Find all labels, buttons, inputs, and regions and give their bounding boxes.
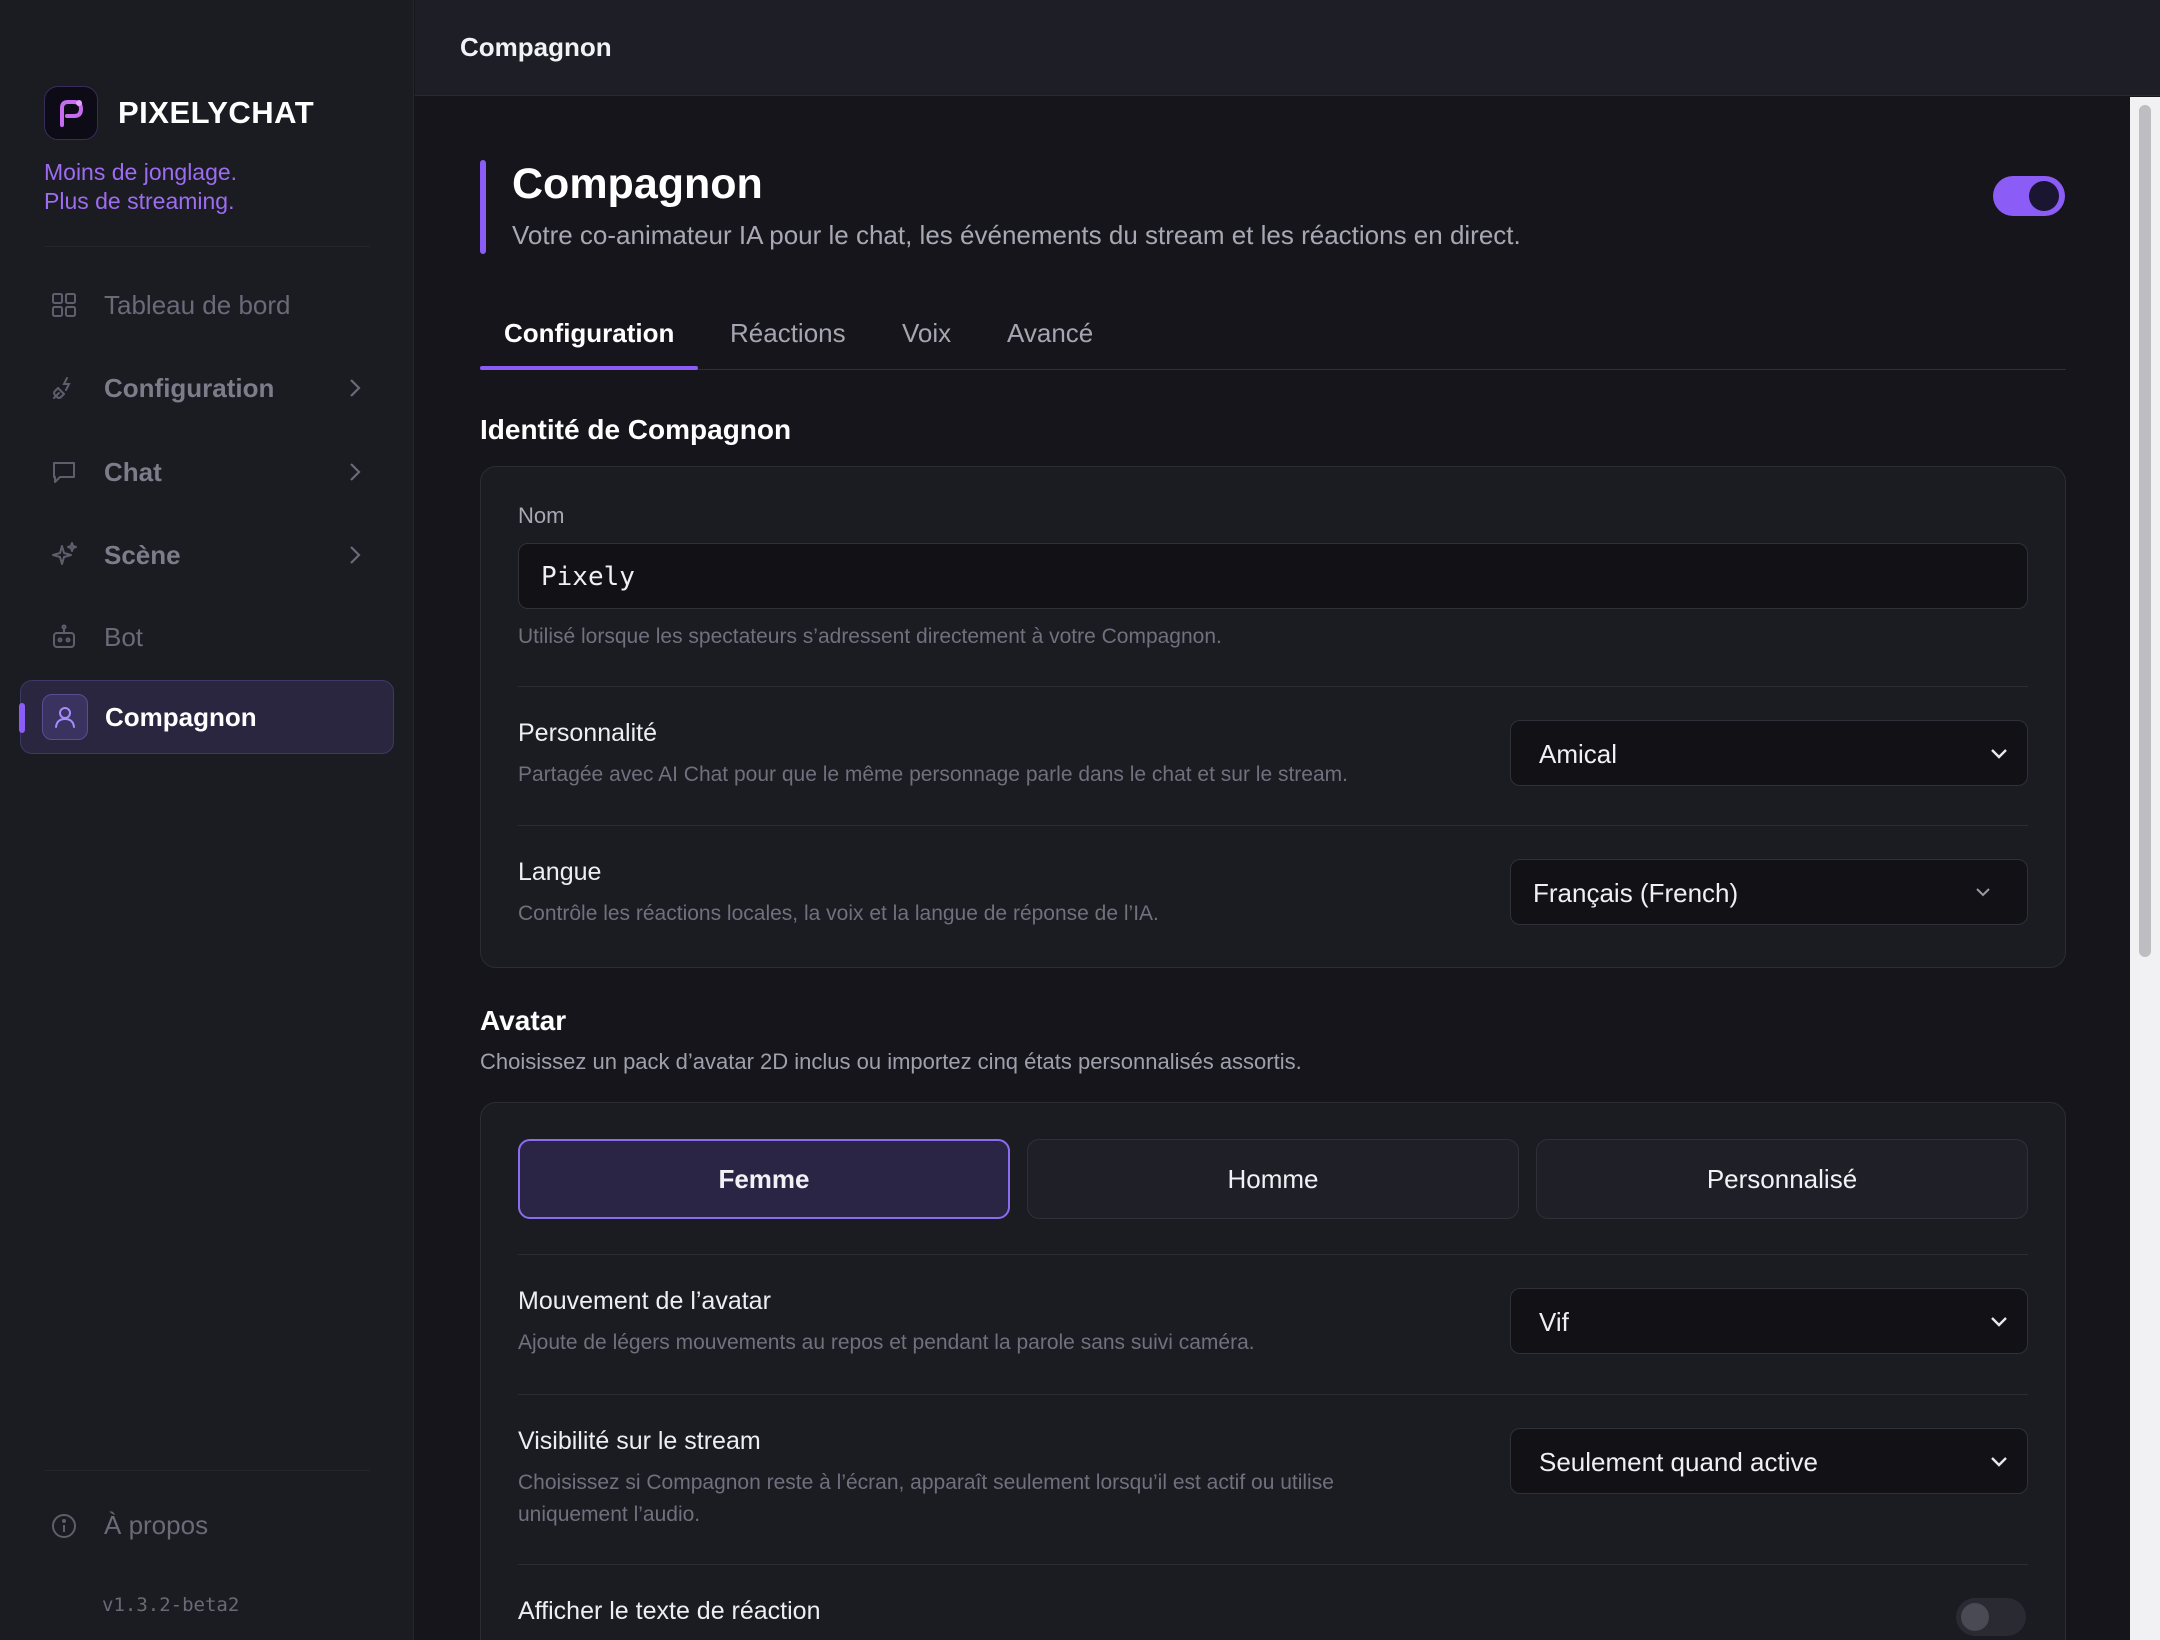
about-label: À propos — [104, 1510, 209, 1540]
sidebar-item-label: Tableau de bord — [104, 289, 291, 320]
tagline: Moins de jonglage. Plus de streaming. — [44, 158, 237, 216]
divider — [518, 1564, 2028, 1565]
language-select-value: Français (French) — [1533, 878, 1739, 908]
tagline-line-2: Plus de streaming. — [44, 188, 235, 214]
divider — [518, 1254, 2028, 1255]
sidebar: PIXELYCHAT Moins de jonglage. Plus de st… — [0, 0, 414, 1640]
movement-help: Ajoute de légers mouvements au repos et … — [518, 1331, 1255, 1354]
sidebar-item-label: Compagnon — [105, 701, 257, 732]
visibility-select-value: Seulement quand active — [1539, 1447, 1818, 1477]
avatar-option-personnalise[interactable]: Personnalisé — [1536, 1139, 2028, 1219]
version-label: v1.3.2-beta2 — [102, 1594, 240, 1616]
sidebar-item-label: Configuration — [104, 372, 275, 403]
language-label: Langue — [518, 858, 602, 886]
sidebar-item-tableau-de-bord[interactable]: Tableau de bord — [20, 268, 394, 342]
plug-icon — [50, 374, 78, 402]
topbar-title: Compagnon — [460, 32, 612, 62]
sidebar-item-bot[interactable]: Bot — [20, 600, 394, 674]
visibility-label: Visibilité sur le stream — [518, 1427, 761, 1455]
toggle-knob — [1961, 1603, 1989, 1631]
brand-name: PIXELYCHAT — [118, 95, 315, 130]
compagnon-enable-toggle[interactable] — [1993, 176, 2065, 216]
sidebar-item-compagnon[interactable]: Compagnon — [19, 680, 394, 754]
personality-select-value: Amical — [1539, 739, 1618, 769]
active-indicator — [19, 703, 25, 733]
language-help: Contrôle les réactions locales, la voix … — [518, 902, 1159, 925]
sidebar-item-configuration[interactable]: Configuration — [20, 351, 394, 425]
info-icon — [50, 1512, 78, 1540]
topbar: Compagnon — [415, 0, 2160, 96]
chevron-right-icon — [350, 379, 361, 397]
sparkle-icon — [50, 541, 78, 569]
visibility-help-line-2: uniquement l’audio. — [518, 1503, 701, 1526]
avatar-section-title: Avatar — [480, 1005, 567, 1036]
page-subtitle: Votre co-animateur IA pour le chat, les … — [512, 220, 1521, 250]
tab-voix[interactable]: Voix — [902, 318, 951, 349]
sidebar-item-label: Scène — [104, 539, 181, 570]
avatar-option-homme[interactable]: Homme — [1027, 1139, 1519, 1219]
scrollbar-thumb[interactable] — [2139, 105, 2151, 957]
divider — [518, 825, 2028, 826]
divider — [518, 1394, 2028, 1395]
tab-avance[interactable]: Avancé — [1007, 318, 1093, 349]
movement-select-value: Vif — [1539, 1307, 1569, 1337]
brand[interactable]: PIXELYCHAT — [44, 86, 314, 140]
chevron-down-icon — [1991, 1317, 2007, 1327]
avatar-card: Femme Homme Personnalisé Mouvement de l’… — [480, 1102, 2066, 1640]
avatar-section-subtitle: Choisissez un pack d’avatar 2D inclus ou… — [480, 1049, 1302, 1074]
personality-label: Personnalité — [518, 719, 657, 747]
toggle-knob — [2029, 181, 2059, 211]
name-input[interactable]: Pixely — [518, 543, 2028, 609]
scrollbar[interactable] — [2130, 97, 2160, 1640]
tab-configuration[interactable]: Configuration — [504, 318, 674, 349]
sidebar-item-about[interactable]: À propos — [50, 1510, 208, 1541]
identity-card: Nom Pixely Utilisé lorsque les spectateu… — [480, 466, 2066, 968]
robot-icon — [50, 623, 78, 651]
tab-bar: Configuration Réactions Voix Avancé — [480, 300, 2066, 370]
chevron-down-icon — [1976, 888, 1990, 897]
pixelychat-logo-icon — [44, 86, 98, 140]
visibility-help-line-1: Choisissez si Compagnon reste à l’écran,… — [518, 1471, 1334, 1494]
visibility-help: Choisissez si Compagnon reste à l’écran,… — [518, 1467, 1334, 1531]
sidebar-item-chat[interactable]: Chat — [20, 435, 394, 509]
sidebar-divider — [44, 1470, 370, 1471]
active-tab-underline — [480, 366, 698, 370]
avatar-option-femme[interactable]: Femme — [518, 1139, 1010, 1219]
tagline-line-1: Moins de jonglage. — [44, 159, 238, 185]
name-input-value: Pixely — [541, 562, 635, 592]
chevron-down-icon — [1991, 1457, 2007, 1467]
movement-label: Mouvement de l’avatar — [518, 1287, 771, 1315]
chevron-down-icon — [1991, 749, 2007, 759]
language-select[interactable]: Français (French) — [1510, 859, 2028, 925]
personality-select[interactable]: Amical — [1510, 720, 2028, 786]
identity-section-title: Identité de Compagnon — [480, 414, 792, 445]
name-help: Utilisé lorsque les spectateurs s’adress… — [518, 625, 1222, 648]
sidebar-item-label: Chat — [104, 456, 162, 487]
chevron-right-icon — [350, 546, 361, 564]
reaction-text-toggle[interactable] — [1956, 1598, 2026, 1636]
reaction-text-label: Afficher le texte de réaction — [518, 1597, 821, 1625]
page-title: Compagnon — [512, 160, 763, 208]
grid-icon — [50, 291, 78, 319]
divider — [518, 686, 2028, 687]
personality-help: Partagée avec AI Chat pour que le même p… — [518, 763, 1348, 786]
tab-reactions[interactable]: Réactions — [730, 318, 846, 349]
chevron-right-icon — [350, 463, 361, 481]
sidebar-divider — [44, 246, 370, 247]
visibility-select[interactable]: Seulement quand active — [1510, 1428, 2028, 1494]
sidebar-item-label: Bot — [104, 621, 144, 652]
user-icon — [42, 694, 88, 740]
header-accent-bar — [480, 160, 486, 254]
movement-select[interactable]: Vif — [1510, 1288, 2028, 1354]
name-label: Nom — [518, 503, 565, 528]
chat-bubble-icon — [50, 458, 78, 486]
sidebar-item-scene[interactable]: Scène — [20, 518, 394, 592]
